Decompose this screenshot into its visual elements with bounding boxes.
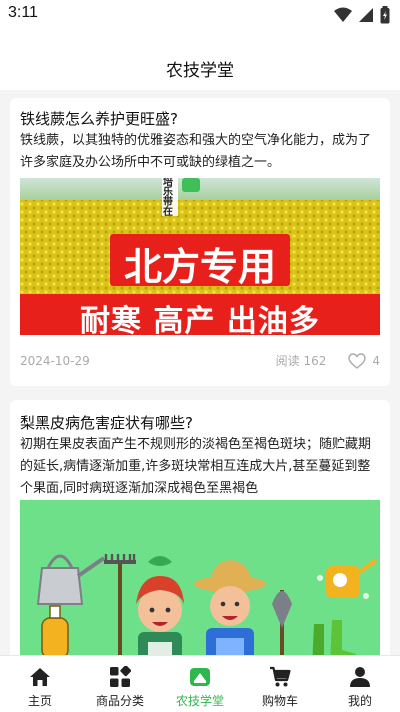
article-card[interactable]: 梨黑皮病危害症状有哪些? 初期在果皮表面产生不规则形的淡褐色至褐色斑块；随贮藏期…	[10, 400, 390, 655]
app-header: 农技学堂	[0, 28, 400, 90]
home-icon	[30, 668, 50, 686]
tab-profile[interactable]: 我的	[320, 656, 400, 712]
article-title: 铁线蕨怎么养护更旺盛?	[20, 110, 178, 128]
tab-label: 农技学堂	[175, 694, 224, 708]
tab-label: 主页	[27, 694, 52, 708]
tab-label: 商品分类	[95, 694, 144, 708]
article-cover-image[interactable]: 培乐带在 北方专用 耐寒 高产 出油多	[20, 178, 380, 335]
heart-icon[interactable]	[348, 352, 367, 369]
status-icons	[334, 6, 390, 24]
article-cover-image[interactable]	[20, 500, 380, 655]
banner-vertical-text: 培乐带在	[163, 178, 173, 218]
category-icon	[110, 666, 131, 687]
article-summary: 初期在果皮表面产生不规则形的淡褐色至褐色斑块；随贮藏期的延长,病情逐渐加重,许多…	[20, 437, 372, 496]
tab-school[interactable]: 农技学堂	[160, 656, 240, 712]
profile-icon	[350, 667, 370, 687]
tab-label: 购物车	[261, 694, 298, 708]
status-time: 3:11	[8, 4, 38, 21]
banner-tagline: 耐寒 高产 出油多	[80, 304, 320, 335]
school-icon	[190, 668, 210, 686]
article-stats: 阅读 162 4	[276, 352, 380, 369]
tab-categories[interactable]: 商品分类	[80, 656, 160, 712]
view-count: 阅读 162	[275, 354, 327, 368]
signal-icon	[359, 8, 373, 22]
status-bar: 3:11	[0, 0, 400, 28]
article-title: 梨黑皮病危害症状有哪些?	[20, 414, 193, 432]
battery-icon	[380, 6, 390, 24]
farmers-illustration	[20, 500, 380, 655]
article-summary: 铁线蕨，以其独特的优雅姿态和强大的空气净化能力，成为了许多家庭及办公场所中不可或…	[20, 133, 372, 170]
wifi-icon	[334, 7, 352, 22]
tab-cart[interactable]: 购物车	[240, 656, 320, 712]
bottom-tab-bar: 主页 商品分类 农技学堂 购物车 我的	[0, 655, 400, 712]
article-date: 2024-10-29	[20, 354, 90, 368]
cart-icon	[270, 666, 291, 687]
tab-home[interactable]: 主页	[0, 656, 80, 712]
article-card[interactable]: 铁线蕨怎么养护更旺盛? 铁线蕨，以其独特的优雅姿态和强大的空气净化能力，成为了许…	[10, 98, 390, 386]
page-title: 农技学堂	[166, 61, 234, 81]
banner-headline: 北方专用	[123, 245, 276, 289]
tab-label: 我的	[347, 694, 372, 708]
like-count: 4	[372, 353, 380, 368]
article-feed[interactable]: 铁线蕨怎么养护更旺盛? 铁线蕨，以其独特的优雅姿态和强大的空气净化能力，成为了许…	[0, 90, 400, 655]
